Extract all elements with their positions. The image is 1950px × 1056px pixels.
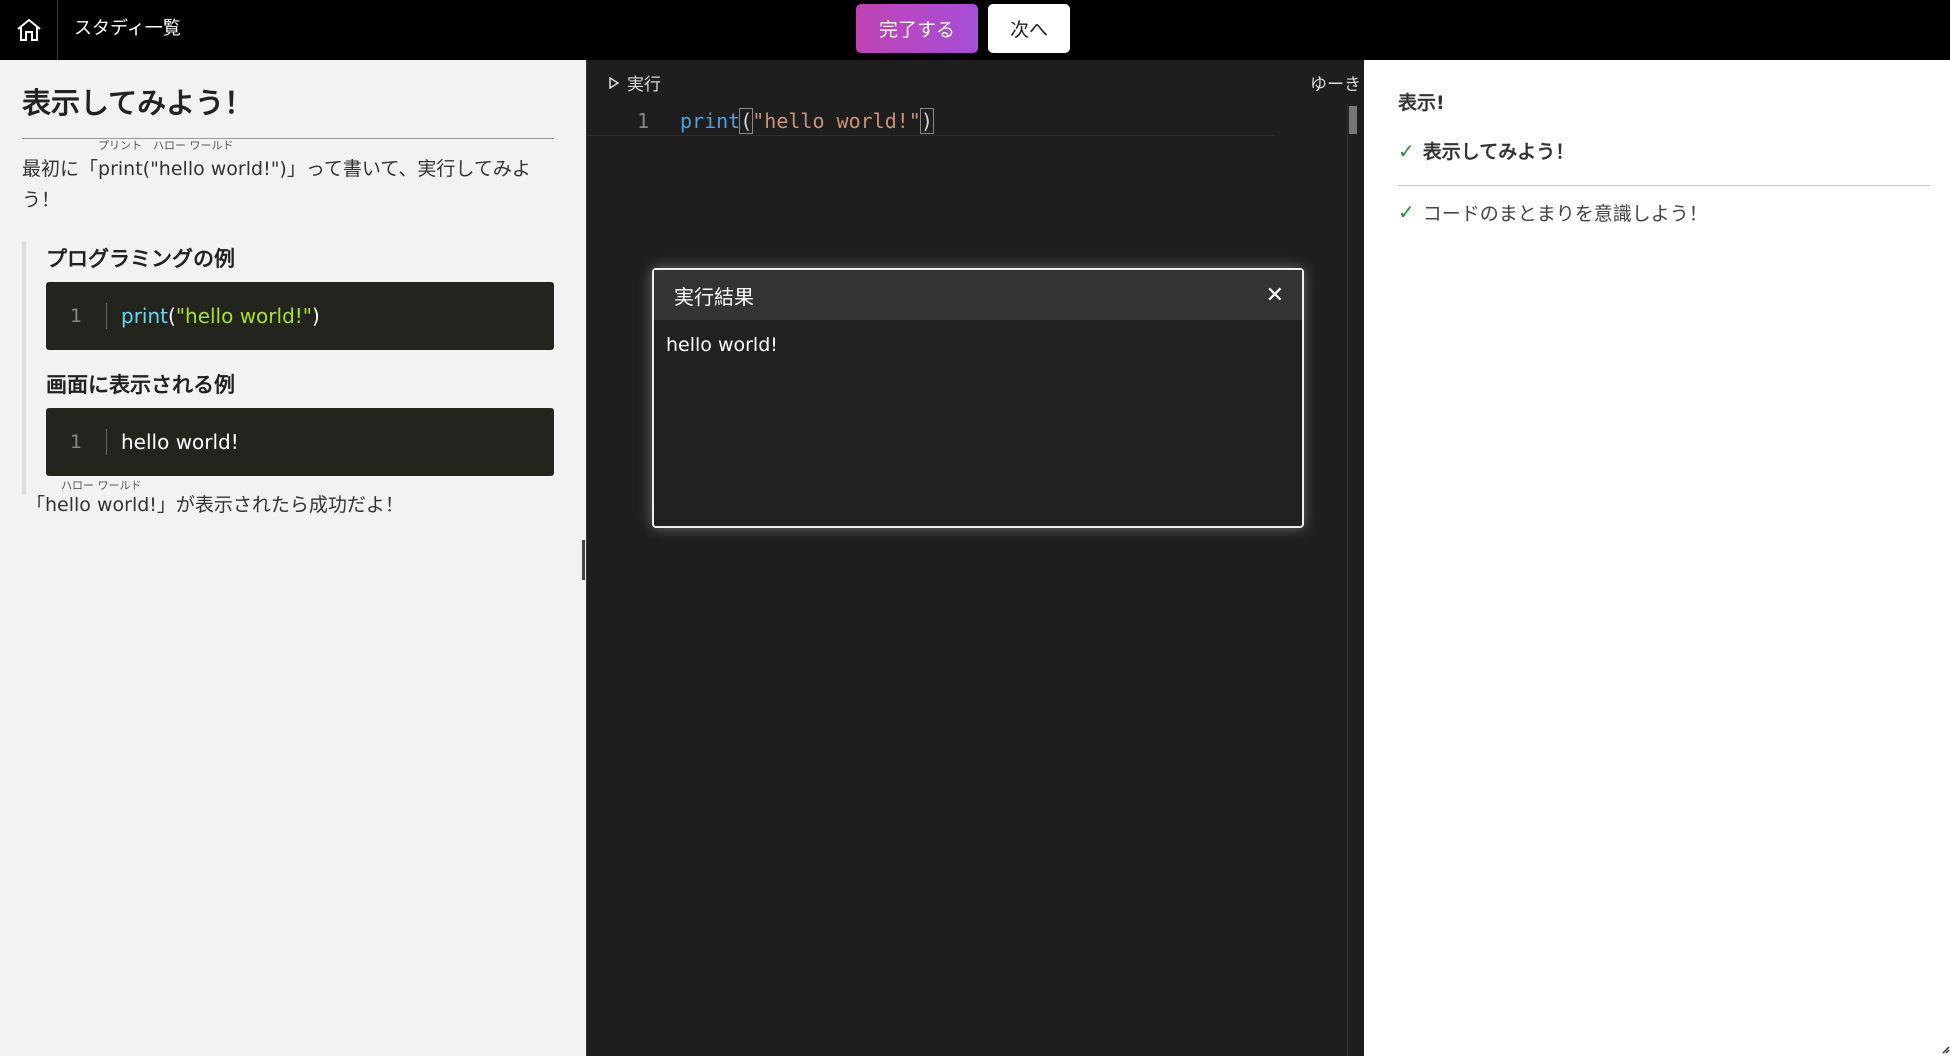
code-string: "hello world!"	[752, 109, 921, 133]
code-paren-open: (	[739, 108, 754, 134]
code-paren-open: (	[168, 304, 176, 328]
run-button[interactable]: 実行	[609, 70, 661, 95]
lesson-title: 表示してみよう！	[22, 80, 554, 139]
line-divider	[106, 429, 107, 455]
code-function: print	[680, 109, 741, 133]
example-code: print("hello world!")	[121, 304, 320, 328]
instruction-code-ruby: プリント ハロー ワールド	[98, 139, 234, 152]
close-icon[interactable]: ✕	[1266, 283, 1284, 308]
result-output: hello world!	[666, 334, 778, 356]
output-code-box: 1 hello world!	[46, 408, 554, 476]
code-function: print	[121, 304, 168, 328]
home-button[interactable]	[0, 0, 58, 60]
success-prefix: 「	[26, 494, 46, 516]
check-icon: ✓	[1398, 138, 1415, 163]
lesson-instruction: 最初に「 プリント ハロー ワールド print("hello world!")」っ…	[22, 140, 560, 216]
lesson-item-label: 表示してみよう！	[1422, 141, 1575, 163]
instruction-prefix: 最初に「	[22, 158, 99, 180]
editor-code[interactable]: print("hello world!")	[680, 108, 934, 134]
result-dialog: 実行結果 ✕ hello world!	[652, 268, 1304, 528]
output-heading: 画面に表示される例	[46, 373, 235, 397]
success-message: 「 ハロー ワールド hello world!」が表示されたら成功だよ！	[26, 480, 404, 517]
left-splitter-handle[interactable]	[582, 540, 585, 580]
result-header: 実行結果 ✕	[654, 270, 1302, 320]
example-block: プログラミングの例 1 print("hello world!") 画面に表示さ…	[22, 242, 554, 494]
example-code-box: 1 print("hello world!")	[46, 282, 554, 350]
code-paren-close: )	[311, 304, 320, 328]
code-editor[interactable]: 実行 ゆーき 1 print("hello world!")	[586, 60, 1364, 1056]
complete-button[interactable]: 完了する	[856, 4, 978, 53]
instruction-code: プリント ハロー ワールド print("hello world!")	[98, 140, 287, 185]
run-label: 実行	[627, 75, 661, 95]
lesson-item-current[interactable]: ✓ 表示してみよう！	[1398, 132, 1930, 186]
next-button[interactable]: 次へ	[988, 4, 1070, 53]
success-word: ハロー ワールド hello world!	[45, 480, 157, 517]
editor-scroll-track	[1347, 104, 1348, 1056]
resize-handle-icon[interactable]	[1942, 1046, 1950, 1054]
lesson-panel: 表示してみよう！ 最初に「 プリント ハロー ワールド print("hello w…	[0, 60, 586, 1056]
success-ruby: ハロー ワールド	[61, 479, 142, 492]
chapter-title: 表示!	[1398, 92, 1445, 114]
code-string: "hello world!"	[175, 304, 312, 328]
lesson-item[interactable]: ✓ コードのまとまりを意識しよう！	[1398, 194, 1930, 230]
line-divider	[106, 303, 107, 329]
lesson-item-label: コードのまとまりを意識しよう！	[1422, 202, 1708, 225]
user-name[interactable]: ゆーき	[1310, 70, 1361, 95]
editor-scrollbar[interactable]	[1349, 106, 1357, 134]
editor-line[interactable]: 1 print("hello world!")	[587, 106, 1275, 136]
editor-line-number: 1	[637, 109, 650, 133]
play-icon	[609, 76, 619, 89]
instruction-code-text: print("hello world!")	[98, 158, 287, 180]
check-icon: ✓	[1398, 200, 1415, 224]
result-title: 実行結果	[674, 284, 754, 309]
top-bar: スタディ一覧 完了する 次へ	[0, 0, 1950, 60]
line-number: 1	[69, 431, 83, 453]
editor-toolbar: 実行 ゆーき	[587, 60, 1365, 104]
code-paren-close: )	[919, 108, 934, 134]
example-heading: プログラミングの例	[46, 247, 235, 271]
lesson-list-panel: 表示! ✓ 表示してみよう！ ✓ コードのまとまりを意識しよう！	[1364, 60, 1950, 1056]
output-text: hello world!	[121, 430, 239, 454]
success-word-text: hello world!	[45, 494, 157, 516]
success-suffix: 」が表示されたら成功だよ！	[156, 494, 404, 516]
studies-link[interactable]: スタディ一覧	[74, 0, 181, 60]
line-number: 1	[69, 305, 83, 327]
home-icon	[16, 18, 41, 41]
